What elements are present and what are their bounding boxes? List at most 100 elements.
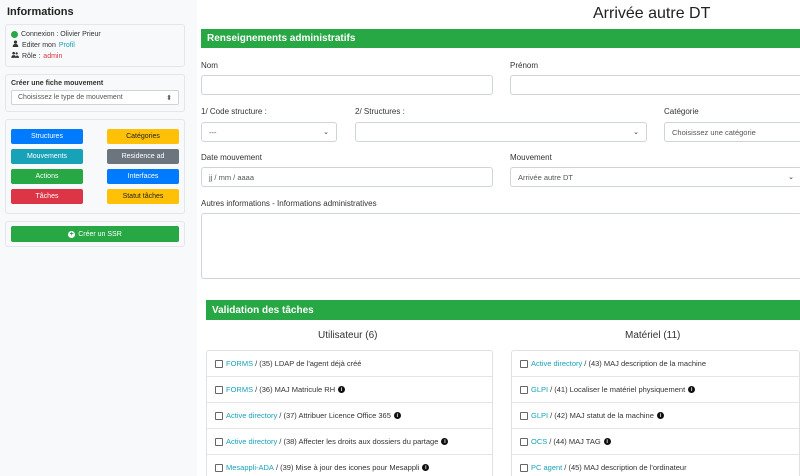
- taches-button[interactable]: Tâches: [11, 189, 83, 204]
- chevron-down-icon: ⌄: [633, 129, 639, 136]
- select-updown-icon: ⬍: [166, 94, 172, 102]
- task-text: / (43) MAJ description de la machine: [584, 359, 707, 368]
- plus-circle-icon: +: [68, 230, 76, 238]
- code-structure-value: ---: [209, 127, 217, 137]
- task-row: FORMS / (35) LDAP de l'agent déjà créé: [207, 351, 492, 377]
- chevron-down-icon: ⌄: [323, 129, 329, 136]
- autres-infos-label: Autres informations - Informations admin…: [201, 199, 377, 208]
- mouvement-select[interactable]: Arrivée autre DT ⌄: [510, 167, 800, 187]
- admin-buttons-card: Structures Catégories Mouvements Residen…: [5, 119, 185, 214]
- online-status-icon: [11, 31, 18, 38]
- task-row: Active directory / (37) Attribuer Licenc…: [207, 403, 492, 429]
- info-icon[interactable]: i: [688, 386, 696, 393]
- task-checkbox[interactable]: [215, 411, 223, 420]
- info-icon[interactable]: i: [656, 412, 664, 419]
- movement-type-select[interactable]: Choisissez le type de mouvement ⬍: [11, 90, 179, 105]
- task-tool-link[interactable]: Active directory: [226, 411, 277, 420]
- info-icon[interactable]: i: [441, 438, 449, 445]
- task-tool-link[interactable]: Mesappli-ADA: [226, 463, 274, 472]
- mouvement-value: Arrivée autre DT: [518, 172, 574, 182]
- movement-type-value: Choisissez le type de mouvement: [18, 94, 123, 101]
- structures-select[interactable]: ⌄: [355, 122, 647, 142]
- task-checkbox[interactable]: [215, 385, 223, 394]
- task-tool-link[interactable]: Active directory: [226, 437, 277, 446]
- nom-input[interactable]: [201, 75, 493, 95]
- task-tool-link[interactable]: GLPI: [531, 385, 548, 394]
- prenom-label: Prénom: [510, 61, 539, 70]
- mat-tasks-list: Active directory / (43) MAJ description …: [511, 350, 800, 476]
- task-checkbox[interactable]: [520, 359, 528, 368]
- task-tool-link[interactable]: PC agent: [531, 463, 562, 472]
- task-checkbox[interactable]: [215, 463, 223, 472]
- code-structure-label: 1/ Code structure :: [201, 107, 267, 116]
- task-row: FORMS / (36) MAJ Matricule RH i: [207, 377, 492, 403]
- structures-label: 2/ Structures :: [355, 107, 405, 116]
- statut-taches-button[interactable]: Statut tâches: [107, 189, 179, 204]
- nom-label: Nom: [201, 61, 218, 70]
- user-tasks-title: Utilisateur (6): [318, 330, 378, 341]
- actions-button[interactable]: Actions: [11, 169, 83, 184]
- categories-button[interactable]: Catégories: [107, 129, 179, 144]
- user-info-card: Connexion : Olivier Prieur Editer mon Pr…: [5, 24, 185, 67]
- mouvements-button[interactable]: Mouvements: [11, 149, 83, 164]
- task-tool-link[interactable]: FORMS: [226, 359, 253, 368]
- task-row: OCS / (44) MAJ TAG i: [512, 429, 799, 455]
- users-icon: [11, 51, 19, 62]
- role-prefix: Rôle :: [22, 53, 41, 60]
- date-mouvement-input[interactable]: jj / mm / aaaa: [201, 167, 493, 187]
- task-text: / (42) MAJ statut de la machine: [550, 411, 654, 420]
- user-icon: [11, 40, 19, 51]
- task-checkbox[interactable]: [520, 411, 528, 420]
- task-checkbox[interactable]: [215, 359, 223, 368]
- task-row: PC agent / (45) MAJ description de l'ord…: [512, 455, 799, 476]
- task-checkbox[interactable]: [520, 463, 528, 472]
- edit-profile-line: Editer mon Profil: [11, 40, 179, 51]
- ssr-card: + Créer un SSR: [5, 221, 185, 247]
- categorie-label: Catégorie: [664, 107, 699, 116]
- info-icon[interactable]: i: [422, 464, 430, 471]
- structures-button[interactable]: Structures: [11, 129, 83, 144]
- page-title: Arrivée autre DT: [593, 5, 711, 22]
- profile-link[interactable]: Profil: [59, 40, 75, 51]
- connexion-line: Connexion : Olivier Prieur: [11, 29, 179, 40]
- role-line: Rôle : admin: [11, 51, 179, 62]
- task-checkbox[interactable]: [520, 437, 528, 446]
- code-structure-select[interactable]: --- ⌄: [201, 122, 337, 142]
- interfaces-button[interactable]: Interfaces: [107, 169, 179, 184]
- task-tool-link[interactable]: GLPI: [531, 411, 548, 420]
- task-text: / (37) Attribuer Licence Office 365: [279, 411, 391, 420]
- task-text: / (41) Localiser le matériel physiquemen…: [550, 385, 686, 394]
- task-text: / (35) LDAP de l'agent déjà créé: [255, 359, 362, 368]
- task-checkbox[interactable]: [520, 385, 528, 394]
- prenom-input[interactable]: [510, 75, 800, 95]
- task-row: Mesappli-ADA / (39) Mise à jour des icon…: [207, 455, 492, 476]
- create-movement-label: Créer une fiche mouvement: [11, 80, 104, 87]
- create-ssr-button[interactable]: + Créer un SSR: [11, 226, 179, 242]
- info-icon[interactable]: i: [338, 386, 346, 393]
- task-text: / (38) Affecter les droits aux dossiers …: [279, 437, 439, 446]
- task-text: / (45) MAJ description de l'ordinateur: [564, 463, 687, 472]
- categorie-select[interactable]: Choisissez une catégorie: [664, 122, 800, 142]
- task-row: GLPI / (42) MAJ statut de la machine i: [512, 403, 799, 429]
- info-icon[interactable]: i: [603, 438, 611, 445]
- autres-infos-textarea[interactable]: [201, 213, 800, 279]
- section-tasks-header: Validation des tâches: [206, 300, 800, 320]
- sidebar: Informations Connexion : Olivier Prieur …: [0, 0, 190, 476]
- user-tasks-list: FORMS / (35) LDAP de l'agent déjà créé F…: [206, 350, 493, 476]
- task-tool-link[interactable]: FORMS: [226, 385, 253, 394]
- connexion-text: Connexion : Olivier Prieur: [21, 31, 101, 38]
- task-tool-link[interactable]: Active directory: [531, 359, 582, 368]
- chevron-down-icon: ⌄: [788, 174, 794, 181]
- create-movement-card: Créer une fiche mouvement Choisissez le …: [5, 74, 185, 112]
- edit-profile-prefix: Editer mon: [22, 42, 56, 49]
- task-tool-link[interactable]: OCS: [531, 437, 547, 446]
- task-checkbox[interactable]: [215, 437, 223, 446]
- info-icon[interactable]: i: [393, 412, 401, 419]
- task-text: / (36) MAJ Matricule RH: [255, 385, 336, 394]
- mouvement-label: Mouvement: [510, 153, 552, 162]
- date-mouvement-label: Date mouvement: [201, 153, 262, 162]
- residence-ad-button[interactable]: Residence ad: [107, 149, 179, 164]
- main-content: Arrivée autre DT Renseignements administ…: [197, 0, 800, 476]
- task-row: Active directory / (38) Affecter les dro…: [207, 429, 492, 455]
- role-value: admin: [43, 53, 63, 60]
